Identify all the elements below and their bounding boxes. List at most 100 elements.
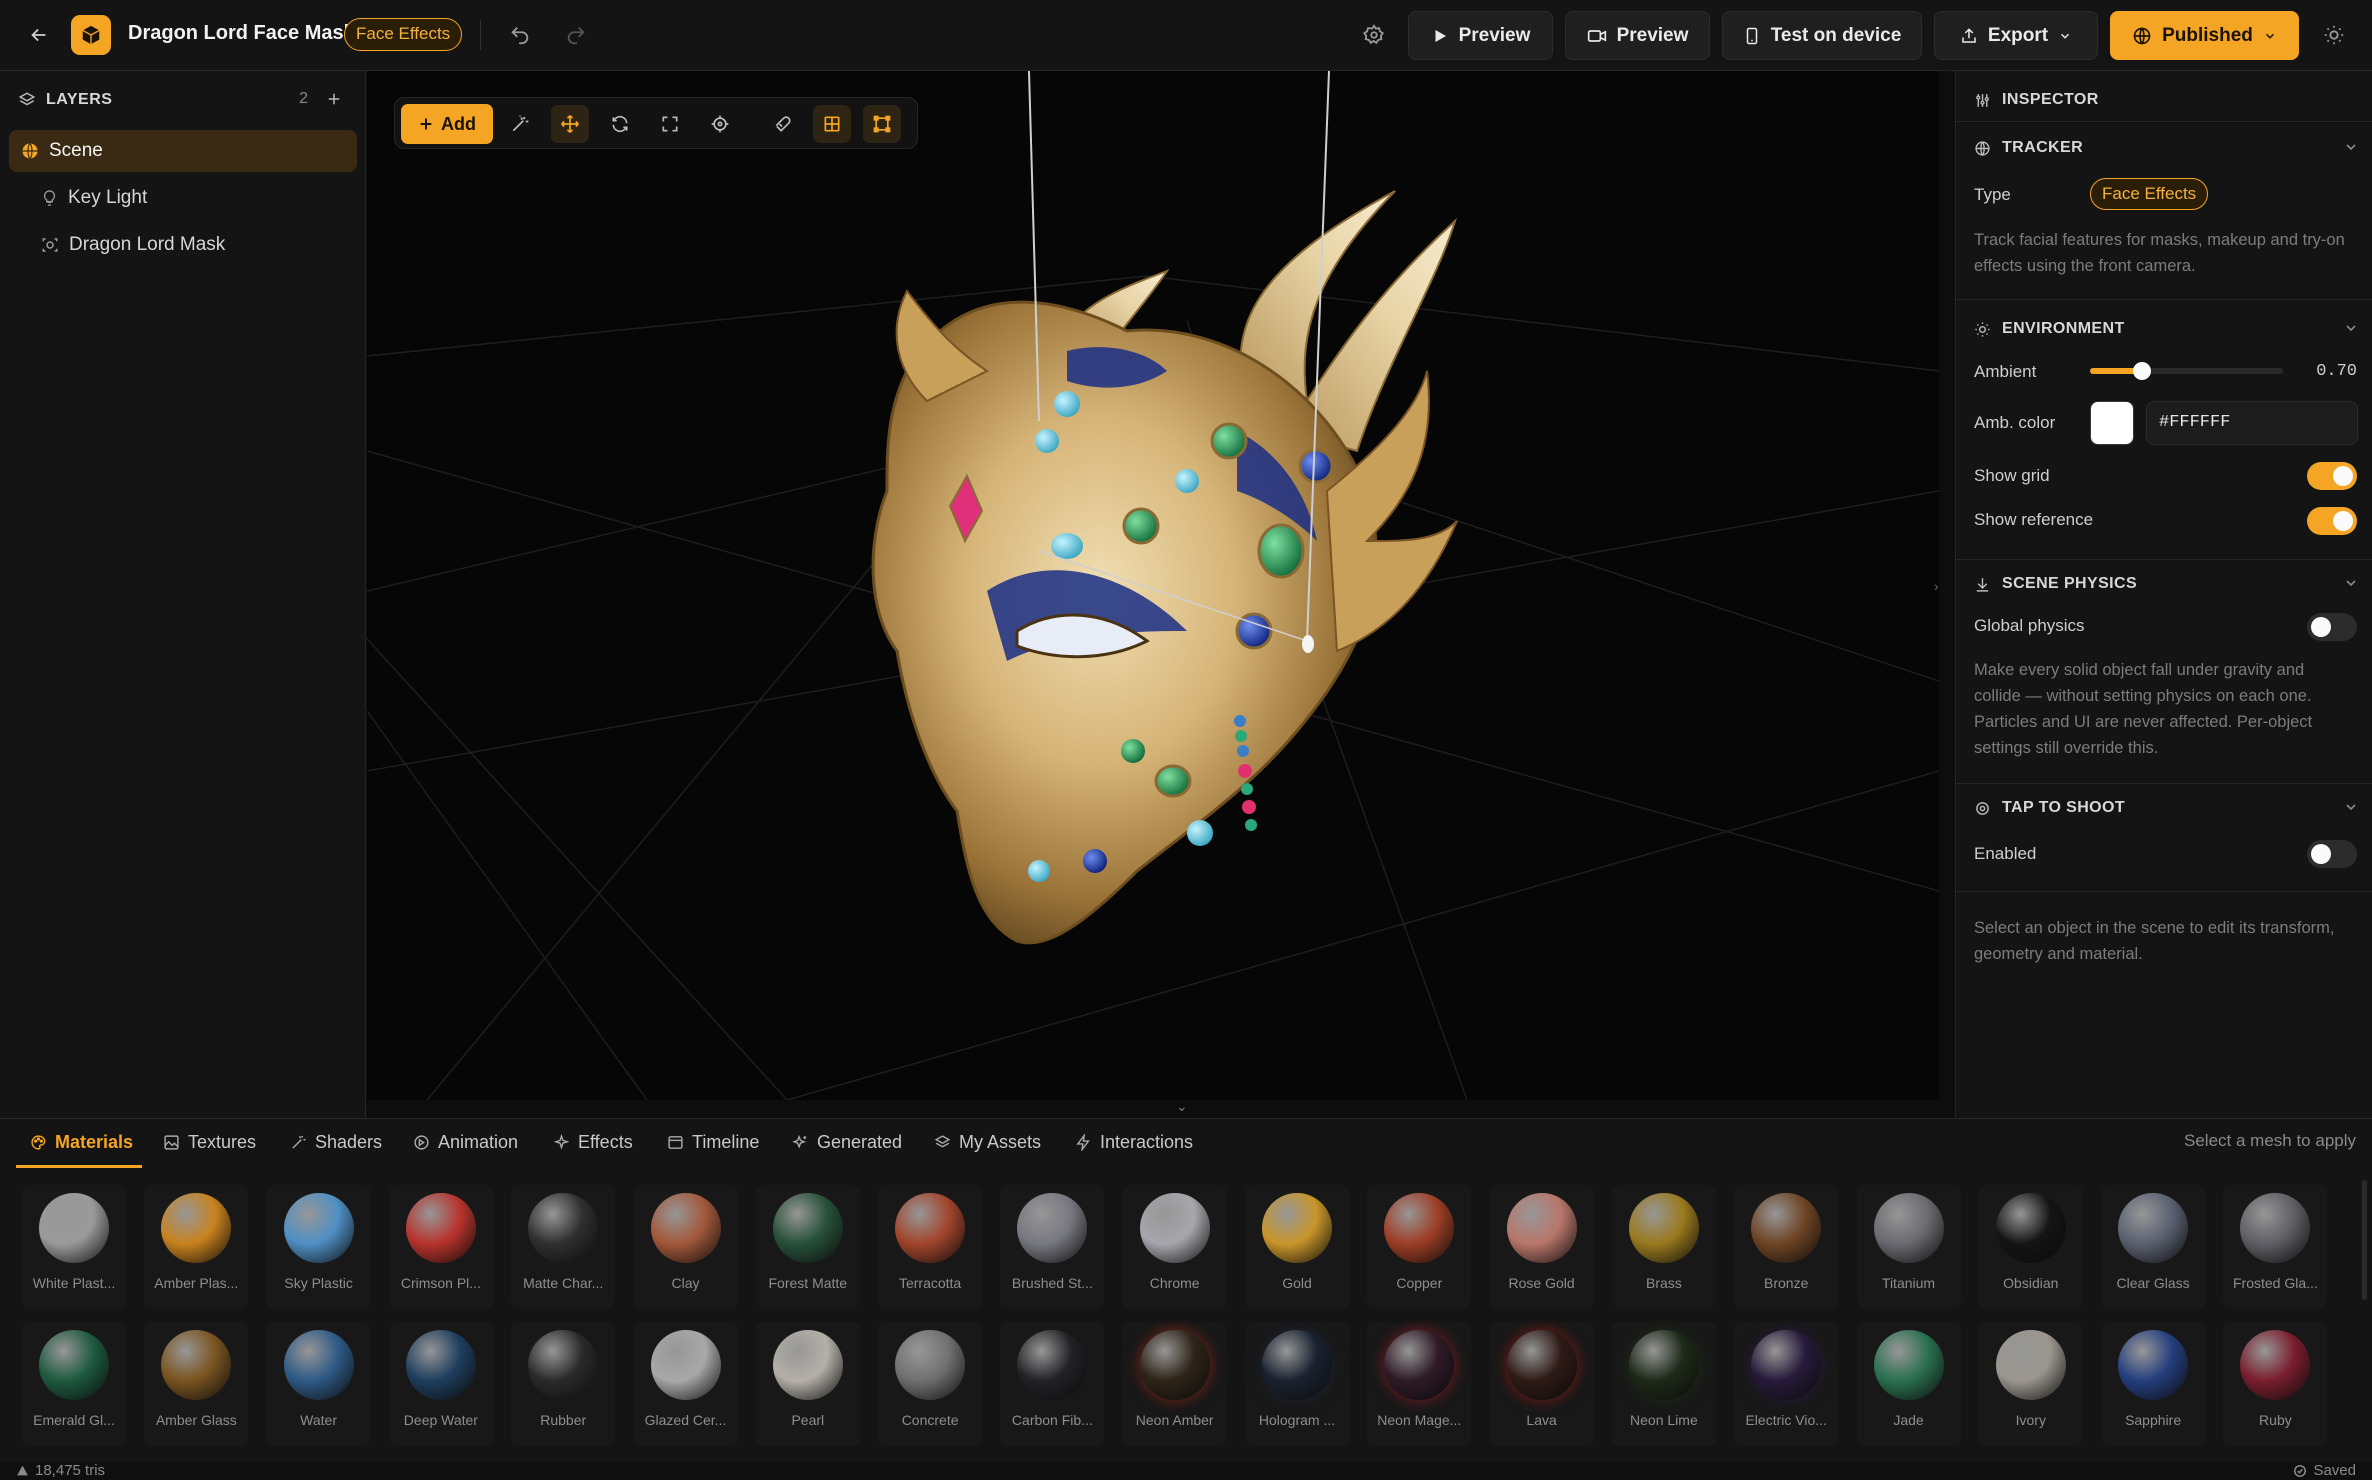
add-layer-plus-icon[interactable] [320,85,348,113]
material-swatch[interactable]: Neon Mage... [1367,1322,1472,1446]
settings-gear-icon[interactable] [1356,17,1392,53]
material-swatch[interactable]: Lava [1489,1322,1594,1446]
collapse-bottom-chevron-icon[interactable]: ⌄ [1176,1098,1188,1115]
scene-viewport[interactable] [367,71,1939,1100]
material-swatch[interactable]: Sky Plastic [266,1185,371,1309]
scale-tool-icon[interactable] [651,105,689,143]
material-swatch[interactable]: Rose Gold [1489,1185,1594,1309]
material-swatch[interactable]: Glazed Cer... [633,1322,738,1446]
material-swatch[interactable]: Ivory [1978,1322,2083,1446]
material-name: Amber Plas... [154,1275,239,1291]
published-button[interactable]: Published [2110,11,2299,60]
preview-play-button[interactable]: Preview [1408,11,1553,60]
material-swatch[interactable]: Water [266,1322,371,1446]
ambient-slider-handle[interactable] [2133,362,2152,380]
material-swatch[interactable]: Clear Glass [2101,1185,2206,1309]
show-reference-toggle[interactable] [2307,507,2357,535]
material-swatch[interactable]: Forest Matte [755,1185,860,1309]
layer-item-key-light[interactable]: Key Light [9,177,357,219]
material-preview-sphere [39,1330,109,1400]
material-swatch[interactable]: Matte Char... [511,1185,616,1309]
snap-magnet-icon[interactable] [763,105,801,143]
material-swatch[interactable]: Hologram ... [1245,1322,1349,1446]
material-swatch[interactable]: Terracotta [878,1185,983,1309]
material-swatch[interactable]: Carbon Fib... [1000,1322,1105,1446]
material-swatch[interactable]: Deep Water [388,1322,493,1446]
show-grid-toggle[interactable] [2307,462,2357,490]
material-name: Rubber [540,1412,587,1428]
collapse-inspector-chevron-icon[interactable]: › [1934,578,1939,594]
target-focus-icon[interactable] [701,105,739,143]
tap-to-shoot-toggle[interactable] [2307,840,2357,868]
material-swatch[interactable]: Amber Glass [144,1322,249,1446]
environment-section-header[interactable]: ENVIRONMENT [1974,314,2359,344]
scene-physics-section-header[interactable]: SCENE PHYSICS [1974,569,2359,599]
material-name: Sapphire [2125,1412,2182,1428]
add-object-button[interactable]: Add [401,104,493,144]
material-preview-sphere [1384,1193,1455,1263]
tab-textures[interactable]: Textures [163,1127,256,1157]
ambient-slider[interactable] [2090,362,2283,380]
theme-sun-icon[interactable] [2316,17,2352,53]
tab-my-assets[interactable]: My Assets [934,1127,1041,1157]
bounding-box-icon[interactable] [863,105,901,143]
material-swatch[interactable]: Brushed St... [1000,1185,1105,1309]
grid-toggle-icon[interactable] [813,105,851,143]
back-arrow-icon[interactable] [22,18,56,52]
material-swatch[interactable]: Crimson Pl... [388,1185,493,1309]
undo-icon[interactable] [502,17,538,53]
preview-camera-button[interactable]: Preview [1565,11,1710,60]
material-name: Brass [1645,1275,1682,1291]
material-name: Ruby [2259,1412,2292,1428]
material-swatch[interactable]: Brass [1611,1185,1716,1309]
materials-scrollbar[interactable] [2362,1180,2367,1300]
material-swatch[interactable]: Bronze [1734,1185,1839,1309]
effect-type-badge[interactable]: Face Effects [344,18,463,51]
material-preview-sphere [650,1193,721,1263]
material-preview-sphere [39,1193,109,1263]
layer-item-scene[interactable]: Scene [9,130,357,172]
material-swatch[interactable]: Clay [633,1185,738,1309]
crosshair-icon [1976,801,1989,815]
tab-animation[interactable]: Animation [413,1127,518,1157]
material-swatch[interactable]: Neon Amber [1122,1322,1227,1446]
rotate-tool-icon[interactable] [601,105,639,143]
material-preview-sphere [1628,1330,1699,1400]
tab-timeline[interactable]: Timeline [667,1127,759,1157]
material-name: Obsidian [2003,1275,2059,1291]
tab-generated[interactable]: Generated [792,1127,902,1157]
material-swatch[interactable]: Jade [1856,1322,1961,1446]
magic-wand-icon[interactable] [501,105,539,143]
tracker-type-badge[interactable]: Face Effects [2090,178,2209,210]
material-swatch[interactable]: Emerald Gl... [22,1322,126,1446]
material-swatch[interactable]: Neon Lime [1611,1322,1716,1446]
material-swatch[interactable]: Electric Vio... [1734,1322,1839,1446]
material-swatch[interactable]: Gold [1245,1185,1349,1309]
tab-materials[interactable]: Materials [30,1127,133,1157]
material-swatch[interactable]: Pearl [755,1322,860,1446]
amb-color-hex-input[interactable]: #FFFFFF [2146,401,2358,445]
material-swatch[interactable]: Obsidian [1978,1185,2083,1309]
tab-shaders[interactable]: Shaders [290,1127,382,1157]
layer-item-dragon-lord-mask[interactable]: Dragon Lord Mask [9,224,357,266]
material-swatch[interactable]: Rubber [511,1322,616,1446]
material-swatch[interactable]: Sapphire [2101,1322,2206,1446]
amb-color-swatch[interactable] [2090,401,2134,445]
material-swatch[interactable]: Frosted Gla... [2223,1185,2328,1309]
global-physics-toggle[interactable] [2307,613,2357,641]
material-swatch[interactable]: Concrete [878,1322,983,1446]
material-swatch[interactable]: Copper [1367,1185,1472,1309]
export-button[interactable]: Export [1934,11,2098,60]
material-swatch[interactable]: Amber Plas... [144,1185,249,1309]
test-on-device-button[interactable]: Test on device [1722,11,1922,60]
tab-effects[interactable]: Effects [553,1127,633,1157]
material-swatch[interactable]: Ruby [2223,1322,2328,1446]
move-tool-icon[interactable] [551,105,589,143]
tap-to-shoot-section-header[interactable]: TAP TO SHOOT [1974,793,2359,823]
material-swatch[interactable]: Titanium [1856,1185,1961,1309]
redo-icon[interactable] [558,17,594,53]
tracker-section-header[interactable]: TRACKER [1974,133,2359,163]
material-swatch[interactable]: White Plast... [22,1185,126,1309]
material-swatch[interactable]: Chrome [1122,1185,1227,1309]
tab-interactions[interactable]: Interactions [1075,1127,1193,1157]
